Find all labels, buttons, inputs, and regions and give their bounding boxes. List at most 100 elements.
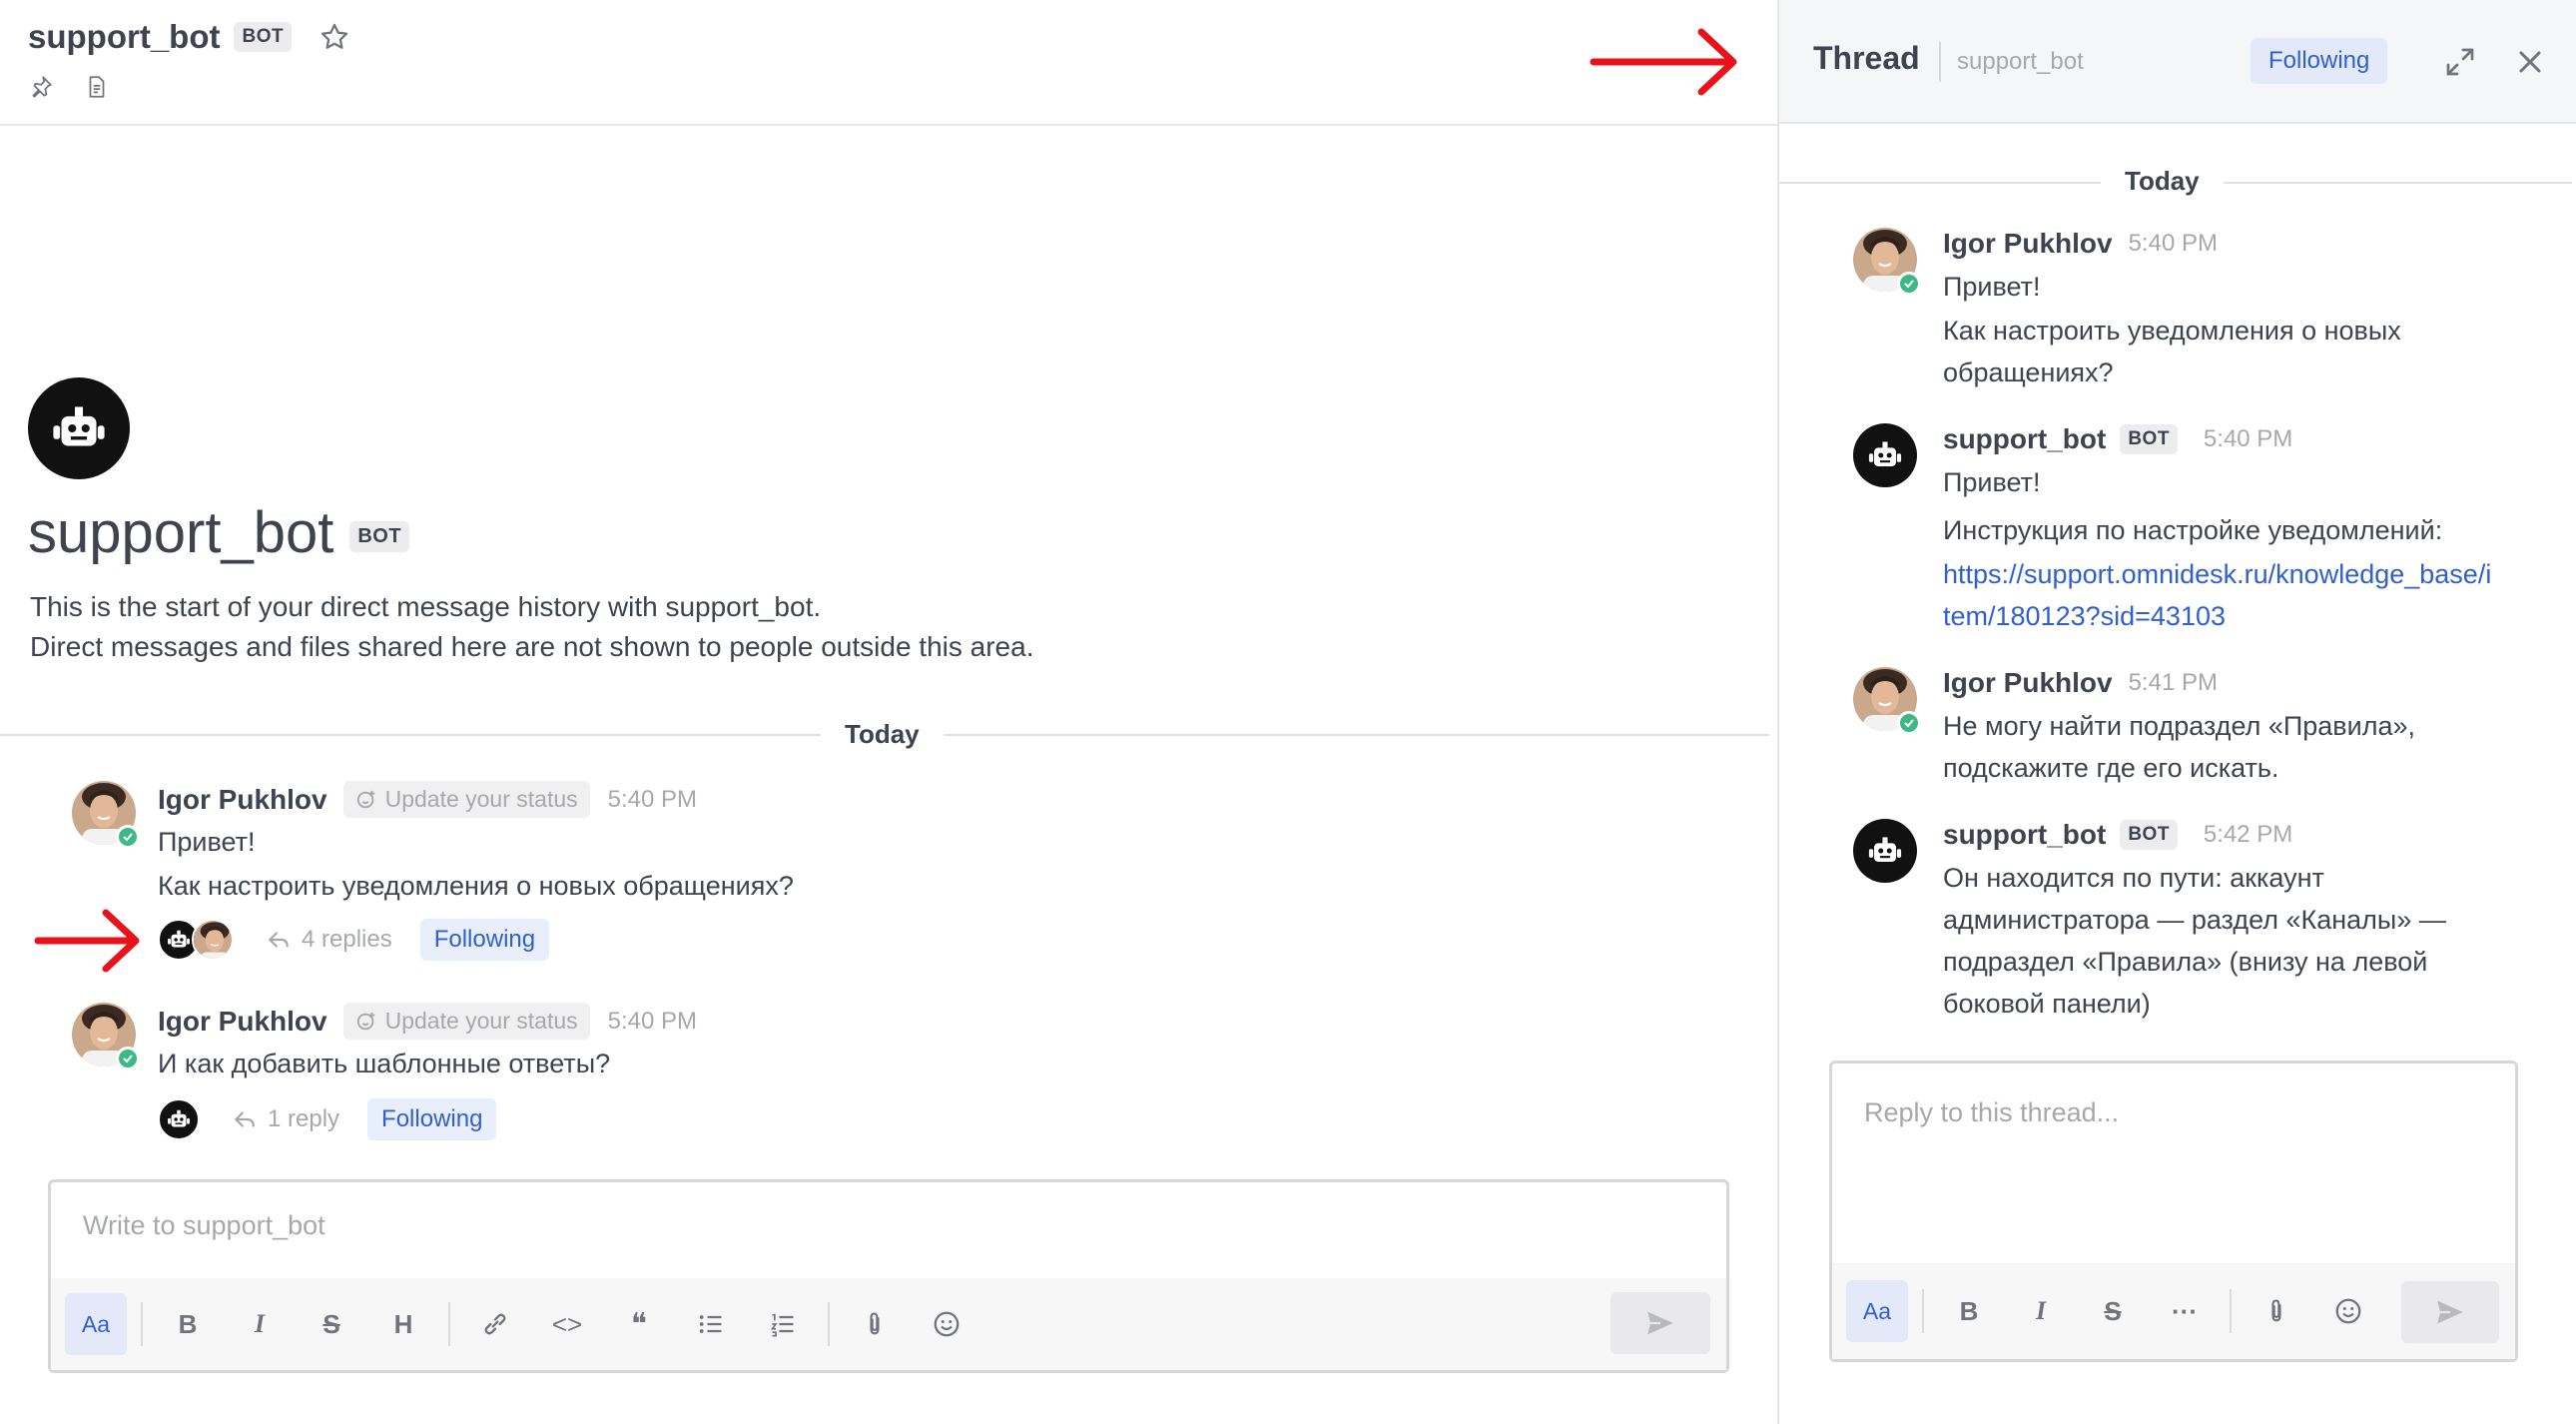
post-header: Igor Pukhlov Update your status 5:40 PM [158,781,697,818]
link-button[interactable] [464,1293,526,1355]
send-icon [1647,1311,1673,1335]
bot-tag: BOT [234,22,293,52]
strikethrough-button[interactable]: S [2082,1280,2144,1342]
online-status-icon [116,825,140,849]
intro-bot-name: support_bot [28,500,334,565]
online-status-icon [116,1047,140,1070]
thread-header: Thread support_bot Following [1779,0,2576,124]
message-line: И как добавить шаблонные ответы? [158,1049,611,1078]
link-icon [484,1313,506,1335]
toolbar-separator [448,1302,450,1346]
thread-channel-name[interactable]: support_bot [1957,48,2084,76]
post-header: Igor Pukhlov Update your status 5:40 PM [158,1003,697,1040]
replies-link[interactable]: 1 reply [232,1105,339,1133]
message-input[interactable]: Write to support_bot [83,1210,325,1241]
bot-tag: BOT [2120,820,2178,850]
toolbar-separator [828,1302,830,1346]
format-toggle-button[interactable]: Aa [65,1293,127,1355]
thread-following-button[interactable]: Following [2251,38,2388,84]
message-line: боковой панели) [1943,989,2151,1019]
expand-icon[interactable] [2442,44,2478,80]
emoji-button[interactable] [2317,1280,2379,1342]
author-name[interactable]: Igor Pukhlov [158,1006,327,1038]
post-time[interactable]: 5:42 PM [2204,821,2292,849]
following-button[interactable]: Following [419,919,550,961]
channel-header: support_bot BOT [0,0,1777,126]
post-time[interactable]: 5:40 PM [608,786,697,814]
message-link[interactable]: tem/180123?sid=43103 [1943,601,2226,632]
header-icons [28,74,110,100]
paperclip-icon [2271,1299,2281,1322]
italic-button[interactable]: I [2010,1280,2072,1342]
channel-title[interactable]: support_bot BOT [28,18,351,56]
thread-reply-composer[interactable]: Reply to this thread... Aa B I S ··· [1829,1061,2518,1362]
robot-icon [53,406,105,446]
format-toggle-button[interactable]: Aa [1846,1280,1908,1342]
pin-icon[interactable] [28,74,54,100]
post-time[interactable]: 5:40 PM [2204,425,2292,453]
bot-avatar[interactable] [1853,423,1917,487]
paperclip-icon [870,1312,880,1335]
attach-button[interactable] [844,1293,906,1355]
files-icon[interactable] [84,74,110,100]
post-time[interactable]: 5:41 PM [2129,669,2218,697]
send-icon [2437,1300,2463,1324]
replies-link[interactable]: 4 replies [266,926,392,954]
author-name[interactable]: support_bot [1943,819,2106,851]
channel-name: support_bot [28,18,221,55]
message-line: Привет! [1943,467,2041,497]
bold-button[interactable]: B [1938,1280,2000,1342]
following-button[interactable]: Following [367,1098,497,1140]
smiley-icon [934,1311,960,1337]
code-button[interactable]: <> [536,1293,598,1355]
bot-avatar[interactable] [1853,819,1917,883]
emoji-button[interactable] [916,1293,977,1355]
attach-button[interactable] [2246,1280,2307,1342]
header-separator [1939,42,1941,82]
toolbar-separator [1922,1289,1924,1333]
message-link[interactable]: https://support.omnidesk.ru/knowledge_ba… [1943,559,2491,590]
update-status-button[interactable]: Update your status [342,1003,590,1040]
message-line: подскажите где его искать. [1943,753,2279,783]
post-header: Igor Pukhlov 5:40 PM [1943,228,2218,260]
reply-input[interactable]: Reply to this thread... [1864,1097,2119,1128]
italic-button[interactable]: I [229,1293,291,1355]
heading-button[interactable]: H [372,1293,434,1355]
quote-button[interactable]: ❝ [608,1293,670,1355]
online-status-icon [1897,272,1921,296]
intro-title: support_bot BOT [28,499,410,566]
update-status-button[interactable]: Update your status [342,781,590,818]
online-status-icon [1897,711,1921,735]
smile-plus-icon [356,1012,374,1030]
post-header: Igor Pukhlov 5:41 PM [1943,667,2218,699]
send-button[interactable] [2401,1281,2499,1343]
close-icon[interactable] [2512,44,2548,80]
author-name[interactable]: Igor Pukhlov [1943,228,2113,260]
robot-icon [168,1109,190,1127]
status-chip-label: Update your status [384,1008,578,1034]
author-name[interactable]: support_bot [1943,423,2106,455]
post-time[interactable]: 5:40 PM [2129,230,2218,258]
annotation-arrow-icon [1590,28,1737,96]
date-divider-label: Today [2101,166,2224,197]
date-divider-label: Today [821,719,944,750]
author-name[interactable]: Igor Pukhlov [1943,667,2113,699]
participant-avatar [192,919,234,961]
message-line: Инструкция по настройке уведомлений: [1943,515,2443,545]
send-button[interactable] [1610,1292,1710,1354]
intro-line: Direct messages and files shared here ar… [30,631,1034,662]
thread-footer: 4 replies Following [158,919,550,961]
robot-icon [1868,837,1902,862]
message-line: администратора — раздел «Каналы» — [1943,905,2446,935]
star-icon[interactable] [318,20,351,54]
strikethrough-button[interactable]: S [301,1293,362,1355]
post-time[interactable]: 5:40 PM [608,1008,697,1036]
bot-tag: BOT [349,521,410,552]
author-name[interactable]: Igor Pukhlov [158,784,327,816]
bold-button[interactable]: B [157,1293,219,1355]
numbered-list-button[interactable] [752,1293,814,1355]
annotation-arrow-icon [34,909,140,973]
message-composer[interactable]: Write to support_bot Aa B I S H <> ❝ [48,1179,1729,1373]
more-formatting-button[interactable]: ··· [2154,1280,2216,1342]
bullet-list-button[interactable] [680,1293,742,1355]
